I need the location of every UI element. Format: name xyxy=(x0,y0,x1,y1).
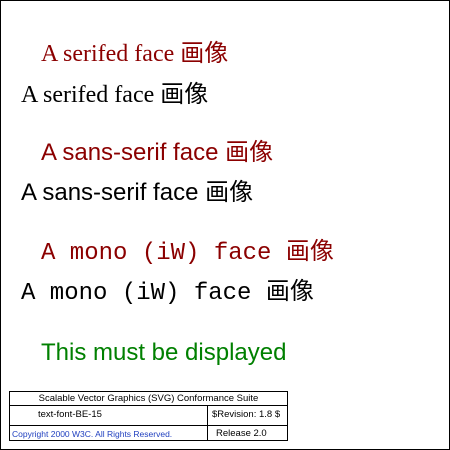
sans-test-text-black: A sans-serif face 画像 xyxy=(21,179,254,206)
release-text: Release 2.0 xyxy=(216,428,267,439)
footer-column-divider xyxy=(207,405,208,441)
sans-test-text-red: A sans-serif face 画像 xyxy=(41,139,274,166)
conformance-suite-footer: Scalable Vector Graphics (SVG) Conforman… xyxy=(9,391,288,441)
suite-title: Scalable Vector Graphics (SVG) Conforman… xyxy=(38,393,259,404)
mono-test-text-red: A mono (iW) face 画像 xyxy=(41,240,334,267)
footer-row-divider-2 xyxy=(10,425,287,426)
footer-row-divider-1 xyxy=(10,405,287,406)
serif-test-text-red: A serifed face 画像 xyxy=(41,41,229,67)
copyright-notice: Copyright 2000 W3C. All Rights Reserved. xyxy=(12,429,173,439)
mono-test-text-black: A mono (iW) face 画像 xyxy=(21,280,314,307)
must-display-text: This must be displayed xyxy=(41,339,287,366)
serif-test-text-black: A serifed face 画像 xyxy=(21,82,209,108)
svg-canvas-frame xyxy=(0,0,450,450)
test-id: text-font-BE-15 xyxy=(38,409,102,420)
revision-text: $Revision: 1.8 $ xyxy=(212,409,281,420)
